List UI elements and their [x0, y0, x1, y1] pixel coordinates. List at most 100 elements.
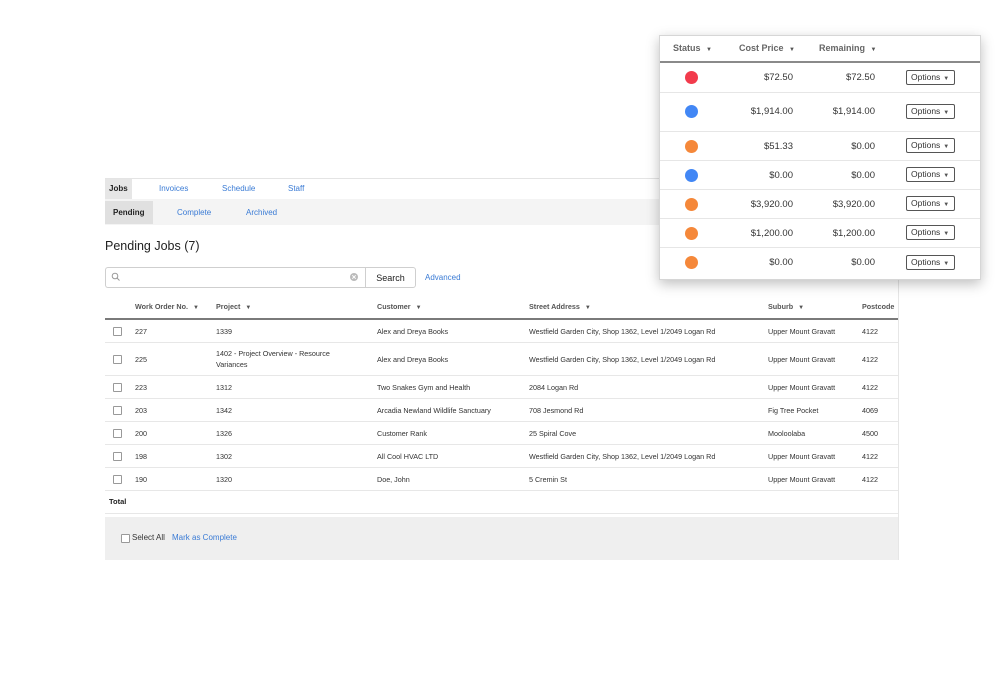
subtab-complete[interactable]: Complete	[177, 201, 211, 224]
mark-complete-link[interactable]: Mark as Complete	[172, 533, 237, 542]
table-row[interactable]: 223 1312 Two Snakes Gym and Health 2084 …	[105, 376, 898, 399]
row-checkbox[interactable]	[113, 452, 122, 461]
suburb: Mooloolaba	[768, 429, 806, 438]
dropdown-caret-icon: ▼	[943, 144, 950, 150]
row-checkbox[interactable]	[113, 406, 122, 415]
column-header-work-order[interactable]: Work Order No. ▼	[135, 296, 199, 319]
clear-icon[interactable]	[349, 272, 359, 282]
subtab-pending[interactable]: Pending	[105, 201, 153, 224]
sort-caret-icon: ▼	[870, 47, 877, 53]
street-address: 5 Cremin St	[529, 475, 567, 484]
status-dot-icon	[685, 140, 698, 153]
street-address: 708 Jesmond Rd	[529, 406, 584, 415]
tab-staff[interactable]: Staff	[288, 179, 304, 199]
suburb: Upper Mount Gravatt	[768, 452, 836, 461]
options-button[interactable]: Options ▼	[906, 138, 955, 153]
cost-price: $51.33	[763, 141, 793, 152]
search-button[interactable]: Search	[365, 267, 416, 288]
row-checkbox[interactable]	[113, 327, 122, 336]
popup-header: Status ▼ Cost Price ▼ Remaining ▼	[660, 36, 980, 63]
table-row[interactable]: 200 1326 Customer Rank 25 Spiral Cove Mo…	[105, 422, 898, 445]
sort-caret-icon: ▼	[789, 47, 795, 53]
options-button[interactable]: Options ▼	[906, 167, 955, 182]
popup-row: $3,920.00 $3,920.00 Options ▼	[660, 190, 980, 219]
table-row[interactable]: 198 1302 All Cool HVAC LTD Westfield Gar…	[105, 445, 898, 468]
postcode: 4069	[862, 406, 878, 415]
column-header-suburb[interactable]: Suburb ▼	[768, 296, 804, 319]
search-icon	[111, 272, 120, 281]
options-button[interactable]: Options ▼	[906, 104, 955, 119]
total-row: Total	[105, 491, 898, 514]
column-header-status[interactable]: Status ▼	[673, 36, 712, 63]
remaining: $3,920.00	[832, 199, 875, 210]
dropdown-caret-icon: ▼	[943, 261, 950, 267]
row-checkbox[interactable]	[113, 429, 122, 438]
row-checkbox[interactable]	[113, 475, 122, 484]
column-header-customer[interactable]: Customer ▼	[377, 296, 422, 319]
postcode: 4122	[862, 355, 878, 364]
cost-price: $72.50	[763, 72, 793, 83]
suburb: Upper Mount Gravatt	[768, 355, 836, 364]
column-header-cost-price[interactable]: Cost Price ▼	[739, 36, 795, 63]
postcode: 4500	[862, 429, 878, 438]
options-button[interactable]: Options ▼	[906, 225, 955, 240]
dropdown-caret-icon: ▼	[943, 76, 950, 82]
sort-caret-icon: ▼	[245, 305, 252, 311]
column-header-project[interactable]: Project ▼	[216, 296, 251, 319]
column-header-street-address[interactable]: Street Address ▼	[529, 296, 591, 319]
advanced-search-link[interactable]: Advanced	[425, 273, 461, 282]
street-address: Westfield Garden City, Shop 1362, Level …	[529, 452, 716, 461]
project: 1326	[216, 429, 232, 438]
project: 1312	[216, 383, 232, 392]
table-row[interactable]: 190 1320 Doe, John 5 Cremin St Upper Mou…	[105, 468, 898, 491]
options-button[interactable]: Options ▼	[906, 70, 955, 85]
options-button[interactable]: Options ▼	[906, 255, 955, 270]
popup-row: $0.00 $0.00 Options ▼	[660, 248, 980, 277]
tab-jobs[interactable]: Jobs	[105, 179, 132, 199]
column-header-remaining[interactable]: Remaining ▼	[819, 36, 876, 63]
remaining: $0.00	[851, 257, 875, 268]
search-input[interactable]	[122, 269, 348, 286]
postcode: 4122	[862, 475, 878, 484]
row-checkbox[interactable]	[113, 355, 122, 364]
customer: Customer Rank	[377, 429, 427, 438]
select-all-checkbox[interactable]	[121, 534, 130, 543]
cost-price: $1,200.00	[750, 228, 793, 239]
table-row[interactable]: 203 1342 Arcadia Newland Wildlife Sanctu…	[105, 399, 898, 422]
work-order-no: 227	[135, 327, 147, 336]
table-header: Work Order No. ▼ Project ▼ Customer ▼ St…	[105, 296, 898, 320]
popup-row: $51.33 $0.00 Options ▼	[660, 132, 980, 161]
work-order-no: 198	[135, 452, 147, 461]
street-address: Westfield Garden City, Shop 1362, Level …	[529, 355, 716, 364]
suburb: Upper Mount Gravatt	[768, 327, 836, 336]
dropdown-caret-icon: ▼	[943, 202, 950, 208]
remaining: $1,914.00	[832, 106, 875, 117]
status-dot-icon	[685, 256, 698, 269]
tab-invoices[interactable]: Invoices	[159, 179, 188, 199]
table-row[interactable]: 225 1402 - Project Overview - Resource V…	[105, 343, 898, 376]
table-row[interactable]: 227 1339 Alex and Dreya Books Westfield …	[105, 320, 898, 343]
dropdown-caret-icon: ▼	[943, 110, 950, 116]
total-label: Total	[109, 497, 127, 506]
project: 1320	[216, 475, 232, 484]
remaining: $72.50	[845, 72, 875, 83]
project: 1302	[216, 452, 232, 461]
tab-schedule[interactable]: Schedule	[222, 179, 255, 199]
column-header-postcode[interactable]: Postcode	[862, 296, 894, 318]
status-dot-icon	[685, 198, 698, 211]
select-all-label[interactable]: Select All	[132, 533, 165, 542]
work-order-no: 190	[135, 475, 147, 484]
street-address: 2084 Logan Rd	[529, 383, 579, 392]
sort-caret-icon: ▼	[706, 47, 712, 53]
row-checkbox[interactable]	[113, 383, 122, 392]
cost-price: $0.00	[769, 170, 793, 181]
suburb: Upper Mount Gravatt	[768, 475, 836, 484]
customer: Arcadia Newland Wildlife Sanctuary	[377, 406, 491, 415]
options-button[interactable]: Options ▼	[906, 196, 955, 211]
cost-popup-panel: Status ▼ Cost Price ▼ Remaining ▼ $72.50…	[659, 35, 981, 280]
dropdown-caret-icon: ▼	[943, 231, 950, 237]
dropdown-caret-icon: ▼	[943, 173, 950, 179]
subtab-archived[interactable]: Archived	[246, 201, 277, 224]
project: 1402 - Project Overview - Resource Varia…	[216, 349, 330, 369]
customer: Two Snakes Gym and Health	[377, 383, 471, 392]
